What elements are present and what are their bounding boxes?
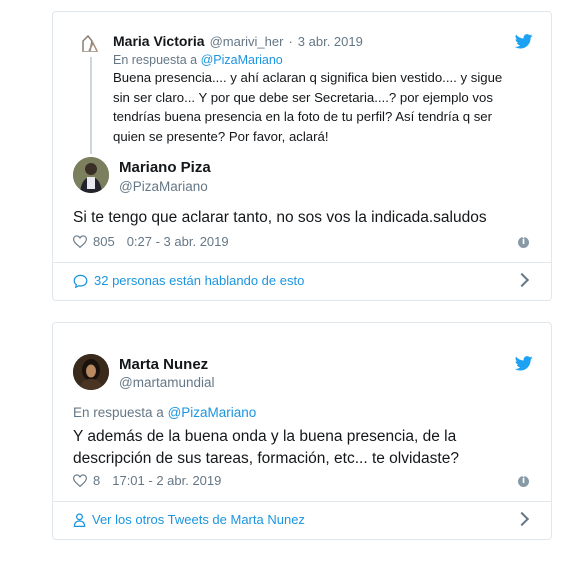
avatar-drawing-icon: [82, 34, 98, 52]
avatar-photo-icon: [73, 157, 109, 193]
person-icon: [73, 512, 86, 527]
separator-dot: ·: [288, 34, 293, 49]
quoted-reply-context: En respuesta a @PizaMariano: [113, 53, 283, 67]
profile-footer[interactable]: Ver los otros Tweets de Marta Nunez: [53, 501, 551, 539]
heart-icon[interactable]: [73, 235, 87, 248]
like-count: 805: [93, 234, 115, 249]
tweet-timestamp[interactable]: 17:01 - 2 abr. 2019: [112, 473, 221, 488]
avatar-mariano-piza[interactable]: [73, 157, 109, 193]
quoted-tweet-date[interactable]: 3 abr. 2019: [298, 34, 363, 49]
info-icon[interactable]: i: [518, 476, 529, 487]
reply-to-link[interactable]: @PizaMariano: [201, 53, 283, 67]
tweet-text: Si te tengo que aclarar tanto, no sos vo…: [73, 209, 487, 226]
avatar-marta-nunez[interactable]: [73, 354, 109, 390]
avatar-maria-victoria[interactable]: [80, 33, 100, 53]
author-handle[interactable]: @martamundial: [119, 375, 215, 390]
author-name[interactable]: Marta Nunez: [119, 356, 208, 373]
chevron-right-icon[interactable]: [514, 511, 530, 527]
tweet-card-marta-nunez: Marta Nunez @martamundial En respuesta a…: [52, 322, 552, 540]
tweet-text: Y además de la buena onda y la buena pre…: [73, 428, 459, 467]
info-icon[interactable]: i: [518, 237, 529, 248]
more-tweets-label: Ver los otros Tweets de Marta Nunez: [92, 512, 305, 527]
tweet-meta: 8 17:01 - 2 abr. 2019: [73, 473, 221, 488]
quoted-tweet-text: Buena presencia.... y ahí aclaran q sign…: [113, 70, 503, 144]
twitter-bird-icon[interactable]: [514, 356, 533, 371]
tweet-timestamp[interactable]: 0:27 - 3 abr. 2019: [127, 234, 229, 249]
chevron-right-icon[interactable]: [514, 272, 530, 288]
conversation-footer[interactable]: 32 personas están hablando de esto: [53, 262, 551, 300]
twitter-bird-icon[interactable]: [514, 34, 533, 49]
reply-to-link[interactable]: @PizaMariano: [168, 405, 257, 420]
author-handle[interactable]: @PizaMariano: [119, 179, 208, 194]
tweet-card-mariano-piza: Maria Victoria @marivi_her · 3 abr. 2019…: [52, 11, 552, 301]
speech-bubble-icon: [73, 274, 88, 288]
quoted-author-name[interactable]: Maria Victoria: [113, 33, 205, 49]
author-name[interactable]: Mariano Piza: [119, 159, 211, 176]
like-count: 8: [93, 473, 101, 488]
heart-icon[interactable]: [73, 474, 87, 487]
thread-line: [90, 57, 92, 154]
conversation-link[interactable]: 32 personas están hablando de esto: [73, 273, 304, 288]
avatar-photo-icon: [73, 354, 109, 390]
tweet-meta: 805 0:27 - 3 abr. 2019: [73, 234, 229, 249]
quoted-author-handle[interactable]: @marivi_her: [210, 34, 284, 49]
more-tweets-link[interactable]: Ver los otros Tweets de Marta Nunez: [73, 512, 305, 527]
reply-context: En respuesta a @PizaMariano: [73, 405, 257, 420]
conversation-link-label: 32 personas están hablando de esto: [94, 273, 305, 288]
